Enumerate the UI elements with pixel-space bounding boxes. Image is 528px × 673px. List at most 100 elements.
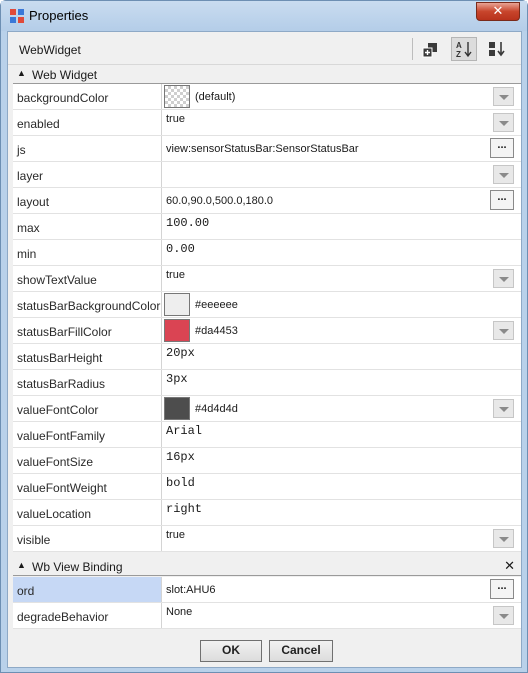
- collapse-icon: ▲: [17, 68, 26, 78]
- section-title: Wb View Binding: [32, 560, 123, 574]
- property-row-degradeBehavior[interactable]: degradeBehavior None: [13, 603, 521, 629]
- property-value-cell[interactable]: 20px: [163, 344, 521, 369]
- dropdown-arrow-icon[interactable]: [493, 321, 514, 340]
- property-value-cell[interactable]: #da4453: [163, 318, 521, 343]
- dropdown-arrow-icon[interactable]: [493, 87, 514, 106]
- property-row-statusBarBackgroundColor[interactable]: statusBarBackgroundColor #eeeeee: [13, 292, 521, 318]
- property-value[interactable]: Arial: [166, 424, 202, 438]
- property-value: true: [166, 113, 185, 125]
- color-swatch[interactable]: [164, 85, 190, 108]
- title-bar[interactable]: Properties ✕: [1, 1, 527, 31]
- property-value-cell[interactable]: true: [163, 110, 521, 135]
- property-value[interactable]: 0.00: [166, 242, 195, 256]
- property-value-cell[interactable]: 0.00: [163, 240, 521, 265]
- property-grid: backgroundColor (default) enabled true js vie…: [13, 84, 521, 552]
- properties-window: Properties ✕ WebWidget A Z ▲ Web Widget …: [0, 0, 528, 673]
- property-row-max[interactable]: max 100.00: [13, 214, 521, 240]
- property-value: view:sensorStatusBar:SensorStatusBar: [166, 143, 359, 155]
- property-value-cell[interactable]: [163, 162, 521, 187]
- property-name: layer: [13, 162, 162, 187]
- property-value-cell[interactable]: None: [163, 603, 521, 628]
- sort-az-button[interactable]: A Z: [451, 37, 477, 61]
- ok-button[interactable]: OK: [200, 640, 262, 662]
- property-value[interactable]: bold: [166, 476, 195, 490]
- property-name: valueFontWeight: [13, 474, 162, 499]
- property-value-cell[interactable]: 3px: [163, 370, 521, 395]
- property-row-statusBarRadius[interactable]: statusBarRadius 3px: [13, 370, 521, 396]
- property-value: #da4453: [195, 325, 238, 337]
- sort-order-button[interactable]: [484, 37, 510, 61]
- property-row-valueLocation[interactable]: valueLocation right: [13, 500, 521, 526]
- dropdown-arrow-icon[interactable]: [493, 399, 514, 418]
- property-name: ord: [13, 577, 162, 602]
- dropdown-arrow-icon[interactable]: [493, 113, 514, 132]
- color-swatch[interactable]: [164, 293, 190, 316]
- property-value-cell[interactable]: #4d4d4d: [163, 396, 521, 421]
- dropdown-arrow-icon[interactable]: [493, 529, 514, 548]
- browse-button[interactable]: ...: [490, 190, 514, 210]
- property-value-cell[interactable]: view:sensorStatusBar:SensorStatusBar...: [163, 136, 521, 161]
- property-row-layout[interactable]: layout 60.0,90.0,500.0,180.0...: [13, 188, 521, 214]
- property-row-statusBarFillColor[interactable]: statusBarFillColor #da4453: [13, 318, 521, 344]
- property-value[interactable]: 100.00: [166, 216, 209, 230]
- browse-button[interactable]: ...: [490, 579, 514, 599]
- property-row-visible[interactable]: visible true: [13, 526, 521, 552]
- property-row-valueFontWeight[interactable]: valueFontWeight bold: [13, 474, 521, 500]
- property-value-cell[interactable]: 60.0,90.0,500.0,180.0...: [163, 188, 521, 213]
- cancel-button[interactable]: Cancel: [269, 640, 333, 662]
- property-value[interactable]: 16px: [166, 450, 195, 464]
- property-value-cell[interactable]: (default): [163, 84, 521, 109]
- property-row-showTextValue[interactable]: showTextValue true: [13, 266, 521, 292]
- property-value-cell[interactable]: Arial: [163, 422, 521, 447]
- dropdown-arrow-icon[interactable]: [493, 165, 514, 184]
- property-value-cell[interactable]: true: [163, 266, 521, 291]
- sort-az-icon: A Z: [456, 41, 472, 59]
- close-icon: ✕: [492, 3, 504, 18]
- property-name: showTextValue: [13, 266, 162, 291]
- property-name: enabled: [13, 110, 162, 135]
- property-row-valueFontFamily[interactable]: valueFontFamily Arial: [13, 422, 521, 448]
- property-value: slot:AHU6: [166, 584, 216, 596]
- property-value[interactable]: 3px: [166, 372, 188, 386]
- section-web-widget[interactable]: ▲ Web Widget: [13, 66, 521, 84]
- property-row-valueFontSize[interactable]: valueFontSize 16px: [13, 448, 521, 474]
- remove-section-icon[interactable]: ✕: [504, 558, 515, 574]
- property-name: statusBarBackgroundColor: [13, 292, 162, 317]
- color-swatch[interactable]: [164, 319, 190, 342]
- property-value-cell[interactable]: bold: [163, 474, 521, 499]
- browse-button[interactable]: ...: [490, 138, 514, 158]
- property-value-cell[interactable]: right: [163, 500, 521, 525]
- section-title: Web Widget: [32, 68, 98, 82]
- property-name: visible: [13, 526, 162, 551]
- property-row-statusBarHeight[interactable]: statusBarHeight 20px: [13, 344, 521, 370]
- property-row-min[interactable]: min 0.00: [13, 240, 521, 266]
- property-value: #eeeeee: [195, 299, 238, 311]
- property-row-valueFontColor[interactable]: valueFontColor #4d4d4d: [13, 396, 521, 422]
- property-value-cell[interactable]: slot:AHU6...: [163, 577, 521, 602]
- property-row-enabled[interactable]: enabled true: [13, 110, 521, 136]
- property-value-cell[interactable]: 100.00: [163, 214, 521, 239]
- property-name: valueFontColor: [13, 396, 162, 421]
- dropdown-arrow-icon[interactable]: [493, 606, 514, 625]
- window-title: Properties: [29, 8, 89, 23]
- property-value[interactable]: 20px: [166, 346, 195, 360]
- color-swatch[interactable]: [164, 397, 190, 420]
- property-value-cell[interactable]: 16px: [163, 448, 521, 473]
- property-value[interactable]: right: [166, 502, 202, 516]
- property-row-ord[interactable]: ord slot:AHU6...: [13, 577, 521, 603]
- toolbar: WebWidget A Z: [8, 32, 521, 65]
- property-row-backgroundColor[interactable]: backgroundColor (default): [13, 84, 521, 110]
- property-row-layer[interactable]: layer: [13, 162, 521, 188]
- window-close-button[interactable]: ✕: [476, 2, 520, 21]
- property-value-cell[interactable]: #eeeeee: [163, 292, 521, 317]
- property-name: layout: [13, 188, 162, 213]
- property-value: 60.0,90.0,500.0,180.0: [166, 195, 274, 207]
- property-value: #4d4d4d: [195, 403, 238, 415]
- property-row-js[interactable]: js view:sensorStatusBar:SensorStatusBar..…: [13, 136, 521, 162]
- dialog-body: WebWidget A Z ▲ Web Widget backgroundCol…: [7, 31, 522, 668]
- property-value-cell[interactable]: true: [163, 526, 521, 551]
- section-view-binding[interactable]: ▲ Wb View Binding ✕: [13, 558, 521, 576]
- dropdown-arrow-icon[interactable]: [493, 269, 514, 288]
- property-value: true: [166, 529, 185, 541]
- add-slot-button[interactable]: [417, 37, 443, 61]
